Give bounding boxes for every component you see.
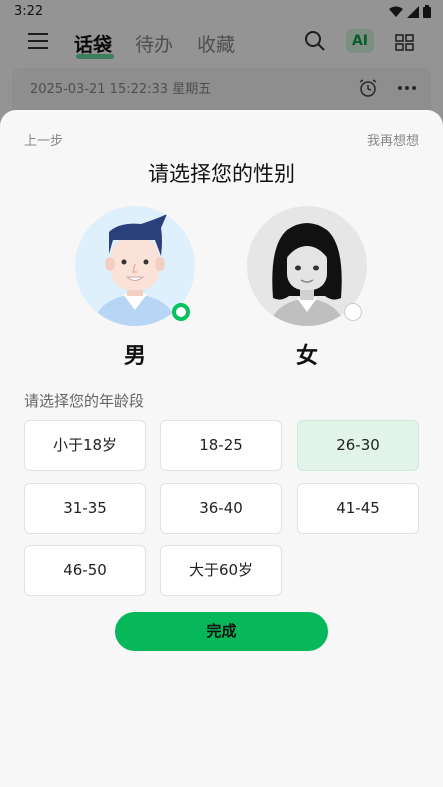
think-again-link[interactable]: 我再想想 (367, 130, 419, 149)
gender-option-male[interactable]: 男 (65, 206, 205, 376)
age-option-under-18[interactable]: 小于18岁 (24, 420, 146, 471)
prev-step-link[interactable]: 上一步 (24, 130, 63, 149)
age-option-18-25[interactable]: 18-25 (160, 420, 282, 471)
gender-option-female[interactable]: 女 (237, 206, 377, 376)
gender-label-female: 女 (295, 344, 318, 369)
sheet-title: 请选择您的性别 (148, 162, 295, 186)
male-radio-selected[interactable] (172, 303, 190, 321)
age-option-41-45[interactable]: 41-45 (297, 483, 419, 534)
age-option-26-30[interactable]: 26-30 (297, 420, 419, 471)
age-option-36-40[interactable]: 36-40 (160, 483, 282, 534)
age-option-31-35[interactable]: 31-35 (24, 483, 146, 534)
gender-label-male: 男 (123, 344, 146, 369)
age-option-over-60[interactable]: 大于60岁 (160, 545, 282, 596)
age-heading: 请选择您的年龄段 (24, 392, 145, 410)
done-button[interactable]: 完成 (115, 612, 328, 651)
female-radio-unselected[interactable] (344, 303, 362, 321)
gender-age-sheet: 上一步 我再想想 请选择您的性别 男 女 请选择您的年龄段 小于18岁 18-2… (0, 110, 443, 787)
age-option-46-50[interactable]: 46-50 (24, 545, 146, 596)
